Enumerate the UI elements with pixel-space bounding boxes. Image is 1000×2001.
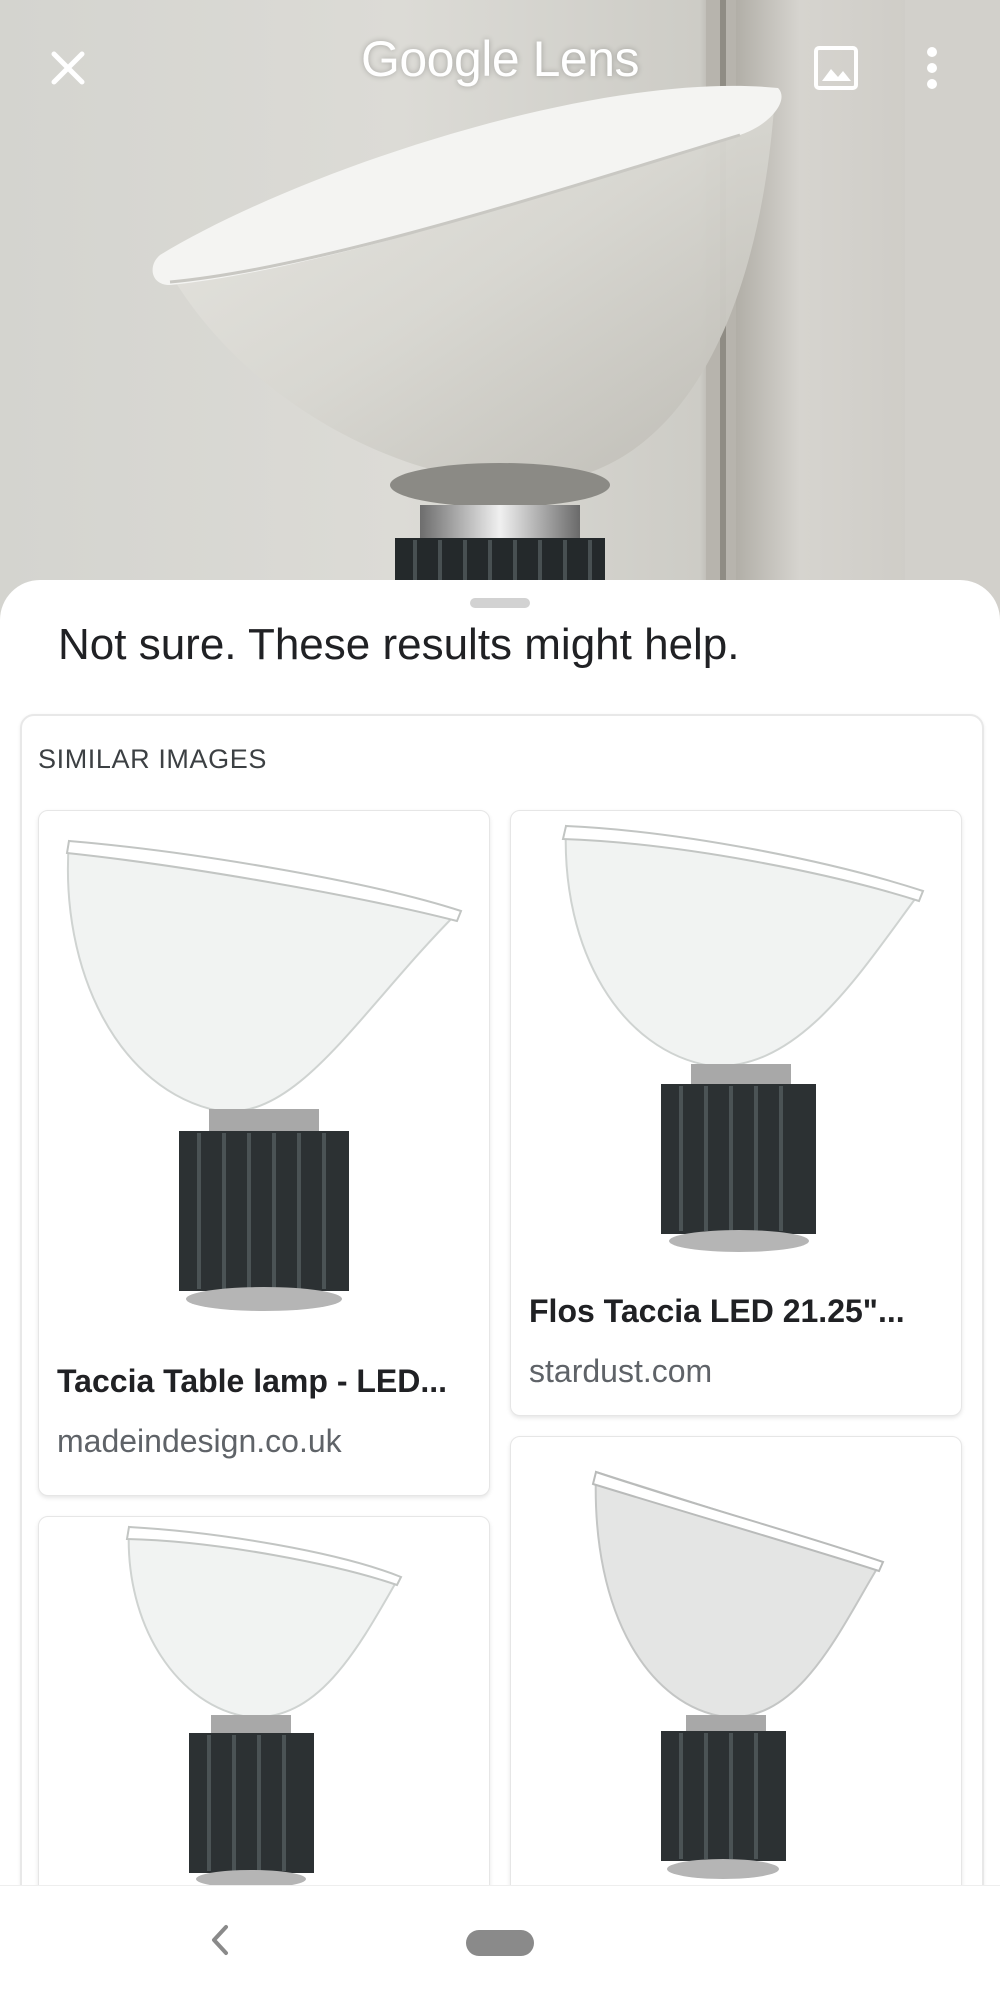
- system-nav-bar: [0, 1885, 1000, 2001]
- drag-handle[interactable]: [470, 598, 530, 608]
- result-card-4[interactable]: [510, 1436, 962, 1885]
- result-image: [591, 1470, 885, 1879]
- back-button[interactable]: [190, 1910, 250, 1970]
- section-title: SIMILAR IMAGES: [38, 744, 267, 774]
- result-headline: Not sure. These results might help.: [58, 620, 740, 669]
- title-lens: Lens: [532, 31, 640, 87]
- more-vert-icon: [927, 47, 937, 89]
- result-image: [65, 839, 463, 1311]
- top-bar: Google Lens: [0, 0, 1000, 140]
- result-image: [561, 824, 925, 1252]
- result-card-2[interactable]: Flos Taccia LED 21.25"... stardust.com: [510, 810, 962, 1416]
- results-sheet[interactable]: Not sure. These results might help. SIMI…: [0, 580, 1000, 1885]
- home-pill[interactable]: [466, 1930, 534, 1956]
- result-title[interactable]: Flos Taccia LED 21.25"...: [529, 1293, 943, 1330]
- result-card-1[interactable]: Taccia Table lamp - LED... madeindesign.…: [38, 810, 490, 1496]
- gallery-button[interactable]: [796, 28, 876, 108]
- result-card-3[interactable]: [38, 1516, 490, 1885]
- result-source: madeindesign.co.uk: [57, 1423, 342, 1459]
- result-source: stardust.com: [529, 1353, 713, 1389]
- title-google: Google: [360, 31, 520, 87]
- more-options-button[interactable]: [892, 28, 972, 108]
- result-title[interactable]: Taccia Table lamp - LED...: [57, 1363, 471, 1400]
- back-icon: [212, 1925, 228, 1955]
- result-image: [125, 1525, 403, 1885]
- image-gallery-icon: [814, 46, 858, 90]
- query-photo: Google Lens: [0, 0, 1000, 620]
